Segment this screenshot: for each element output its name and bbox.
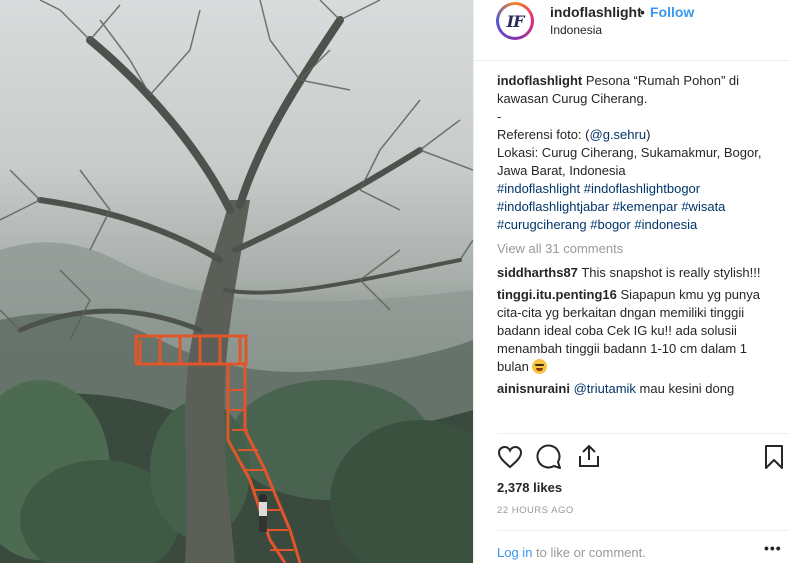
hashtag-link[interactable]: #wisata xyxy=(681,199,725,214)
hashtag-link[interactable]: #bogor xyxy=(590,217,630,232)
hashtag-link[interactable]: #indoflashlightjabar xyxy=(497,199,609,214)
comment-username[interactable]: siddharths87 xyxy=(497,265,578,280)
avatar[interactable]: IF xyxy=(496,2,534,40)
caption-divider: - xyxy=(497,109,502,124)
likes-count[interactable]: 2,378 likes xyxy=(497,480,562,495)
post-timestamp: 22 HOURS AGO xyxy=(497,505,574,516)
caption-location: Lokasi: Curug Ciherang, Sukamakmur, Bogo… xyxy=(497,145,762,178)
follow-button[interactable]: Follow xyxy=(650,4,694,20)
emoji-icon xyxy=(532,359,548,374)
actions-divider xyxy=(497,433,789,434)
hashtag-link[interactable]: #kemenpar xyxy=(613,199,678,214)
login-divider xyxy=(497,530,789,531)
view-all-comments-link[interactable]: View all 31 comments xyxy=(497,240,777,258)
header-username[interactable]: indoflashlight xyxy=(550,4,642,20)
bookmark-icon[interactable] xyxy=(764,444,784,470)
comment-item: ainisnuraini @triutamik mau kesini dong xyxy=(497,380,777,398)
caption-username[interactable]: indoflashlight xyxy=(497,73,582,88)
tree-house-photo xyxy=(0,0,473,563)
comments-section: indoflashlight Pesona “Rumah Pohon” di k… xyxy=(497,72,777,402)
comment-text: This snapshot is really stylish!!! xyxy=(581,265,761,280)
login-prompt: Log in to like or comment. xyxy=(497,545,646,560)
location-link[interactable]: Indonesia xyxy=(550,23,602,37)
post-sidebar: IF indoflashlight • Follow Indonesia ind… xyxy=(474,0,789,563)
hashtag-list: #indoflashlight #indoflashlightbogor #in… xyxy=(497,180,777,234)
post-photo[interactable] xyxy=(0,0,473,563)
separator-dot: • xyxy=(640,4,645,20)
hashtag-link[interactable]: #indoflashlightbogor xyxy=(584,181,700,196)
mention-link[interactable]: @triutamik xyxy=(574,381,636,396)
login-link[interactable]: Log in xyxy=(497,545,532,560)
comment-item: tinggi.itu.penting16 Siapapun kmu yg pun… xyxy=(497,286,777,376)
caption-ref-label: Referensi foto: ( xyxy=(497,127,590,142)
mention-link[interactable]: @g.sehru xyxy=(590,127,647,142)
heart-icon[interactable] xyxy=(497,445,523,469)
comment-username[interactable]: tinggi.itu.penting16 xyxy=(497,287,617,302)
avatar-logo: IF xyxy=(499,5,531,37)
comment-item: siddharths87 This snapshot is really sty… xyxy=(497,264,777,282)
comment-username[interactable]: ainisnuraini xyxy=(497,381,570,396)
hashtag-link[interactable]: #curugciherang xyxy=(497,217,587,232)
share-icon[interactable] xyxy=(576,443,602,469)
comment-icon[interactable] xyxy=(536,444,562,470)
hashtag-link[interactable]: #indoflashlight xyxy=(497,181,580,196)
caption: indoflashlight Pesona “Rumah Pohon” di k… xyxy=(497,72,777,234)
login-text: to like or comment. xyxy=(536,545,646,560)
more-options-button[interactable]: ••• xyxy=(764,540,782,556)
caption-ref-close: ) xyxy=(646,127,651,142)
hashtag-link[interactable]: #indonesia xyxy=(634,217,697,232)
post-header: IF indoflashlight • Follow Indonesia xyxy=(474,0,789,61)
comment-text: mau kesini dong xyxy=(639,381,735,396)
